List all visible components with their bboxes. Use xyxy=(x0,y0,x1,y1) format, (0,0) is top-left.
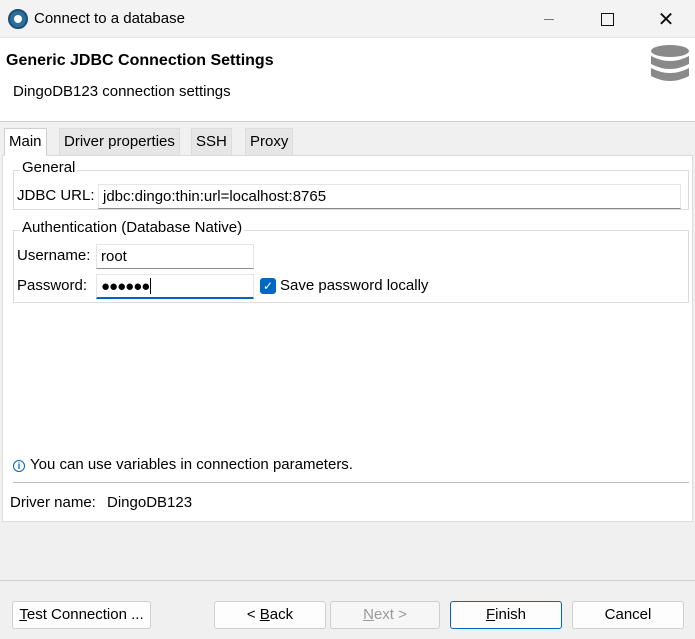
next-label: ext > xyxy=(373,606,407,623)
tab-proxy[interactable]: Proxy xyxy=(245,128,294,155)
footer-divider xyxy=(0,580,695,581)
page-subtitle: DingoDB123 connection settings xyxy=(13,83,231,100)
authentication-group-label: Authentication (Database Native) xyxy=(20,219,245,236)
driver-name-value: DingoDB123 xyxy=(107,494,193,511)
authentication-group: Authentication (Database Native) Usernam… xyxy=(13,219,689,303)
finish-label: inish xyxy=(495,606,527,623)
back-label: ack xyxy=(269,606,294,623)
test-connection-mnemonic: T xyxy=(19,606,27,623)
back-prefix: < xyxy=(246,606,260,623)
back-button[interactable]: < Back xyxy=(214,601,326,629)
text-caret xyxy=(150,278,152,294)
finish-button[interactable]: Finish xyxy=(450,601,562,629)
window-title: Connect to a database xyxy=(34,10,185,27)
general-group: General JDBC URL: jdbc:dingo:thin:url=lo… xyxy=(13,159,689,210)
next-button[interactable]: Next > xyxy=(330,601,440,629)
next-mnemonic: N xyxy=(363,606,374,623)
info-icon: i xyxy=(13,460,25,472)
database-icon xyxy=(651,45,689,81)
back-mnemonic: B xyxy=(259,606,270,623)
divider xyxy=(13,482,689,483)
test-connection-label: est Connection ... xyxy=(26,606,144,623)
tab-ssh[interactable]: SSH xyxy=(191,128,232,155)
general-group-label: General xyxy=(20,159,78,176)
close-icon[interactable]: ✕ xyxy=(637,0,695,38)
main-tab-panel: General JDBC URL: jdbc:dingo:thin:url=lo… xyxy=(2,155,693,522)
password-value: ●●●●●● xyxy=(101,278,150,295)
save-password-label[interactable]: Save password locally xyxy=(280,277,428,294)
tab-main[interactable]: Main xyxy=(4,128,47,156)
wizard-header: Generic JDBC Connection Settings DingoDB… xyxy=(0,38,695,122)
cancel-button[interactable]: Cancel xyxy=(572,601,684,629)
password-input[interactable]: ●●●●●● xyxy=(96,274,254,299)
variables-hint: You can use variables in connection para… xyxy=(30,456,353,473)
page-title: Generic JDBC Connection Settings xyxy=(6,52,274,69)
jdbc-url-label: JDBC URL: xyxy=(17,187,95,204)
finish-mnemonic: F xyxy=(485,606,496,623)
password-label: Password: xyxy=(17,277,88,294)
username-input[interactable]: root xyxy=(96,244,254,269)
title-bar: Connect to a database ✕ xyxy=(0,0,695,38)
maximize-button[interactable] xyxy=(578,0,636,38)
save-password-checkbox[interactable]: ✓ xyxy=(260,278,276,294)
minimize-button[interactable] xyxy=(520,0,578,38)
jdbc-url-input[interactable]: jdbc:dingo:thin:url=localhost:8765 xyxy=(98,184,681,209)
driver-name-label: Driver name: xyxy=(10,494,96,511)
dbeaver-app-icon xyxy=(8,9,28,29)
tab-driver-properties[interactable]: Driver properties xyxy=(59,128,180,155)
username-label: Username: xyxy=(17,247,91,264)
test-connection-button[interactable]: Test Connection ... xyxy=(12,601,151,629)
